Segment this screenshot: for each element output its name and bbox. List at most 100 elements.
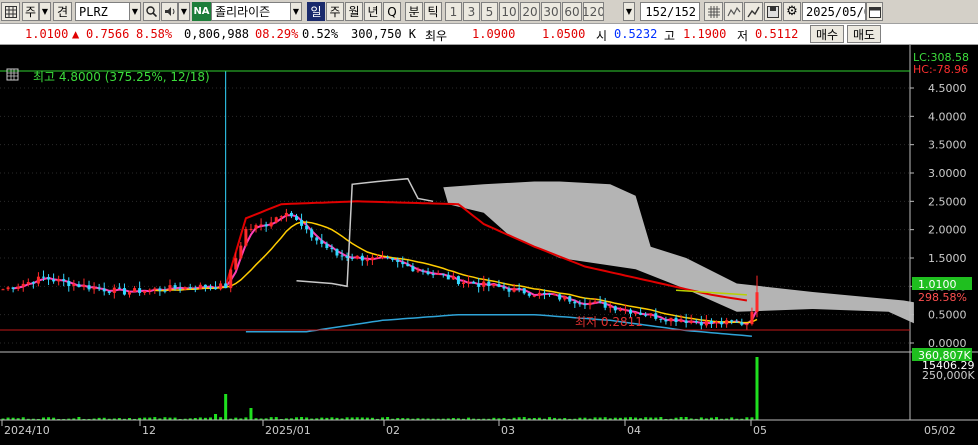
candle: [355, 255, 359, 259]
ticker-input[interactable]: PLRZ: [75, 2, 130, 21]
candle: [305, 225, 309, 230]
candle: [558, 294, 562, 300]
week-tab-button[interactable]: 주: [22, 2, 39, 21]
candle: [618, 309, 622, 311]
candle: [117, 287, 121, 289]
candle: [431, 274, 435, 276]
candle: [467, 281, 471, 283]
candle: [507, 288, 511, 292]
candle: [239, 245, 243, 259]
candle: [532, 295, 536, 297]
candle: [370, 257, 374, 261]
high-value: 1.1900: [683, 27, 727, 41]
period-quarter-button[interactable]: Q: [383, 2, 401, 21]
y-tick-label: 1.5000: [928, 252, 967, 265]
change-up-icon: ▲: [72, 27, 80, 41]
candle: [87, 285, 91, 290]
candle: [360, 255, 364, 261]
candle: [188, 287, 192, 289]
save-icon[interactable]: [764, 2, 782, 21]
candle: [522, 288, 526, 294]
settings-gear-icon[interactable]: ⚙: [783, 2, 801, 21]
volume-bar: [214, 414, 218, 420]
crosshair-icon[interactable]: [724, 2, 743, 21]
page-count-field[interactable]: 152/152: [640, 2, 700, 21]
period-year-button[interactable]: 년: [364, 2, 382, 21]
chart-canvas[interactable]: 4.5000 4.0000 3.5000 3.0000 2.5000 2.0000 1.50…: [0, 45, 978, 445]
period-day-button[interactable]: 일: [307, 2, 325, 21]
tab-dropdown-icon[interactable]: ▼: [39, 2, 51, 21]
low-label: 저: [737, 29, 749, 43]
search-icon[interactable]: [143, 2, 160, 21]
interval-1-button[interactable]: 1: [445, 2, 462, 21]
sound-icon[interactable]: [161, 2, 178, 21]
candle: [512, 288, 516, 292]
trade-amount: 300,750 K: [351, 27, 417, 41]
candle: [320, 240, 324, 244]
sell-button[interactable]: 매도: [847, 25, 881, 43]
interval-30-button[interactable]: 30: [541, 2, 561, 21]
calendar-icon[interactable]: [866, 2, 883, 21]
candle: [517, 288, 521, 290]
candle: [244, 228, 248, 246]
candle: [138, 288, 142, 293]
period-week-button[interactable]: 주: [326, 2, 344, 21]
candle: [315, 237, 319, 241]
x-tick-label: 05/02: [924, 424, 956, 437]
ticker-dropdown-icon[interactable]: ▼: [129, 2, 141, 21]
candle: [623, 309, 627, 311]
period-minute-button[interactable]: 분: [405, 2, 423, 21]
interval-120-button[interactable]: 120: [583, 2, 604, 21]
candle: [52, 279, 56, 282]
candle: [375, 257, 379, 259]
candle: [214, 287, 218, 290]
candle: [593, 301, 597, 303]
interval-60-button[interactable]: 60: [562, 2, 582, 21]
candle: [608, 306, 612, 308]
candle: [259, 224, 263, 226]
candle: [725, 320, 729, 325]
candle: [461, 282, 465, 285]
mode-button[interactable]: 견: [53, 2, 72, 21]
candle: [203, 284, 207, 288]
candle: [502, 286, 506, 289]
company-dropdown-icon[interactable]: ▼: [290, 2, 302, 21]
candle: [588, 302, 592, 306]
interval-3-button[interactable]: 3: [463, 2, 480, 21]
sound-dropdown-icon[interactable]: ▼: [178, 2, 190, 21]
candle: [396, 259, 400, 262]
grid-toggle-icon[interactable]: [704, 2, 723, 21]
interval-dropdown-icon[interactable]: ▼: [623, 2, 635, 21]
volume-tick-label: 250,000K: [922, 369, 975, 382]
layout-grid-icon[interactable]: [1, 2, 20, 21]
candle: [740, 322, 744, 325]
interval-10-button[interactable]: 10: [499, 2, 519, 21]
candle: [21, 283, 25, 287]
ma-long-line: [224, 200, 748, 302]
candle: [634, 312, 638, 314]
candle: [730, 320, 734, 322]
interval-20-button[interactable]: 20: [520, 2, 540, 21]
candle: [107, 291, 111, 293]
date-field[interactable]: 2025/05/0: [802, 2, 866, 21]
candle: [537, 292, 541, 296]
company-name-field[interactable]: 졸리라이즌: [211, 2, 291, 21]
axes: 4.5000 4.0000 3.5000 3.0000 2.5000 2.0000 1.50…: [0, 45, 978, 437]
price-chart[interactable]: 4.5000 4.0000 3.5000 3.0000 2.5000 2.0000 1.50…: [0, 45, 978, 445]
candle: [122, 288, 126, 295]
period-month-button[interactable]: 월: [345, 2, 363, 21]
candle: [441, 273, 445, 275]
indicator-icon[interactable]: [744, 2, 763, 21]
main-toolbar: 주 ▼ 견 PLRZ ▼ ▼ NA 졸리라이즌 ▼ 일 주 월 년 Q 분 틱 …: [0, 0, 978, 24]
buy-button[interactable]: 매수: [810, 25, 844, 43]
candle: [613, 306, 617, 311]
candle: [183, 287, 187, 290]
candle: [198, 284, 202, 290]
volume-percent: 08.29%: [255, 27, 299, 41]
candle: [456, 276, 460, 285]
period-tick-button[interactable]: 틱: [424, 2, 442, 21]
candle: [254, 225, 258, 229]
candle: [386, 257, 390, 259]
last-pct-label: 298.58%: [918, 291, 967, 304]
interval-5-button[interactable]: 5: [481, 2, 498, 21]
